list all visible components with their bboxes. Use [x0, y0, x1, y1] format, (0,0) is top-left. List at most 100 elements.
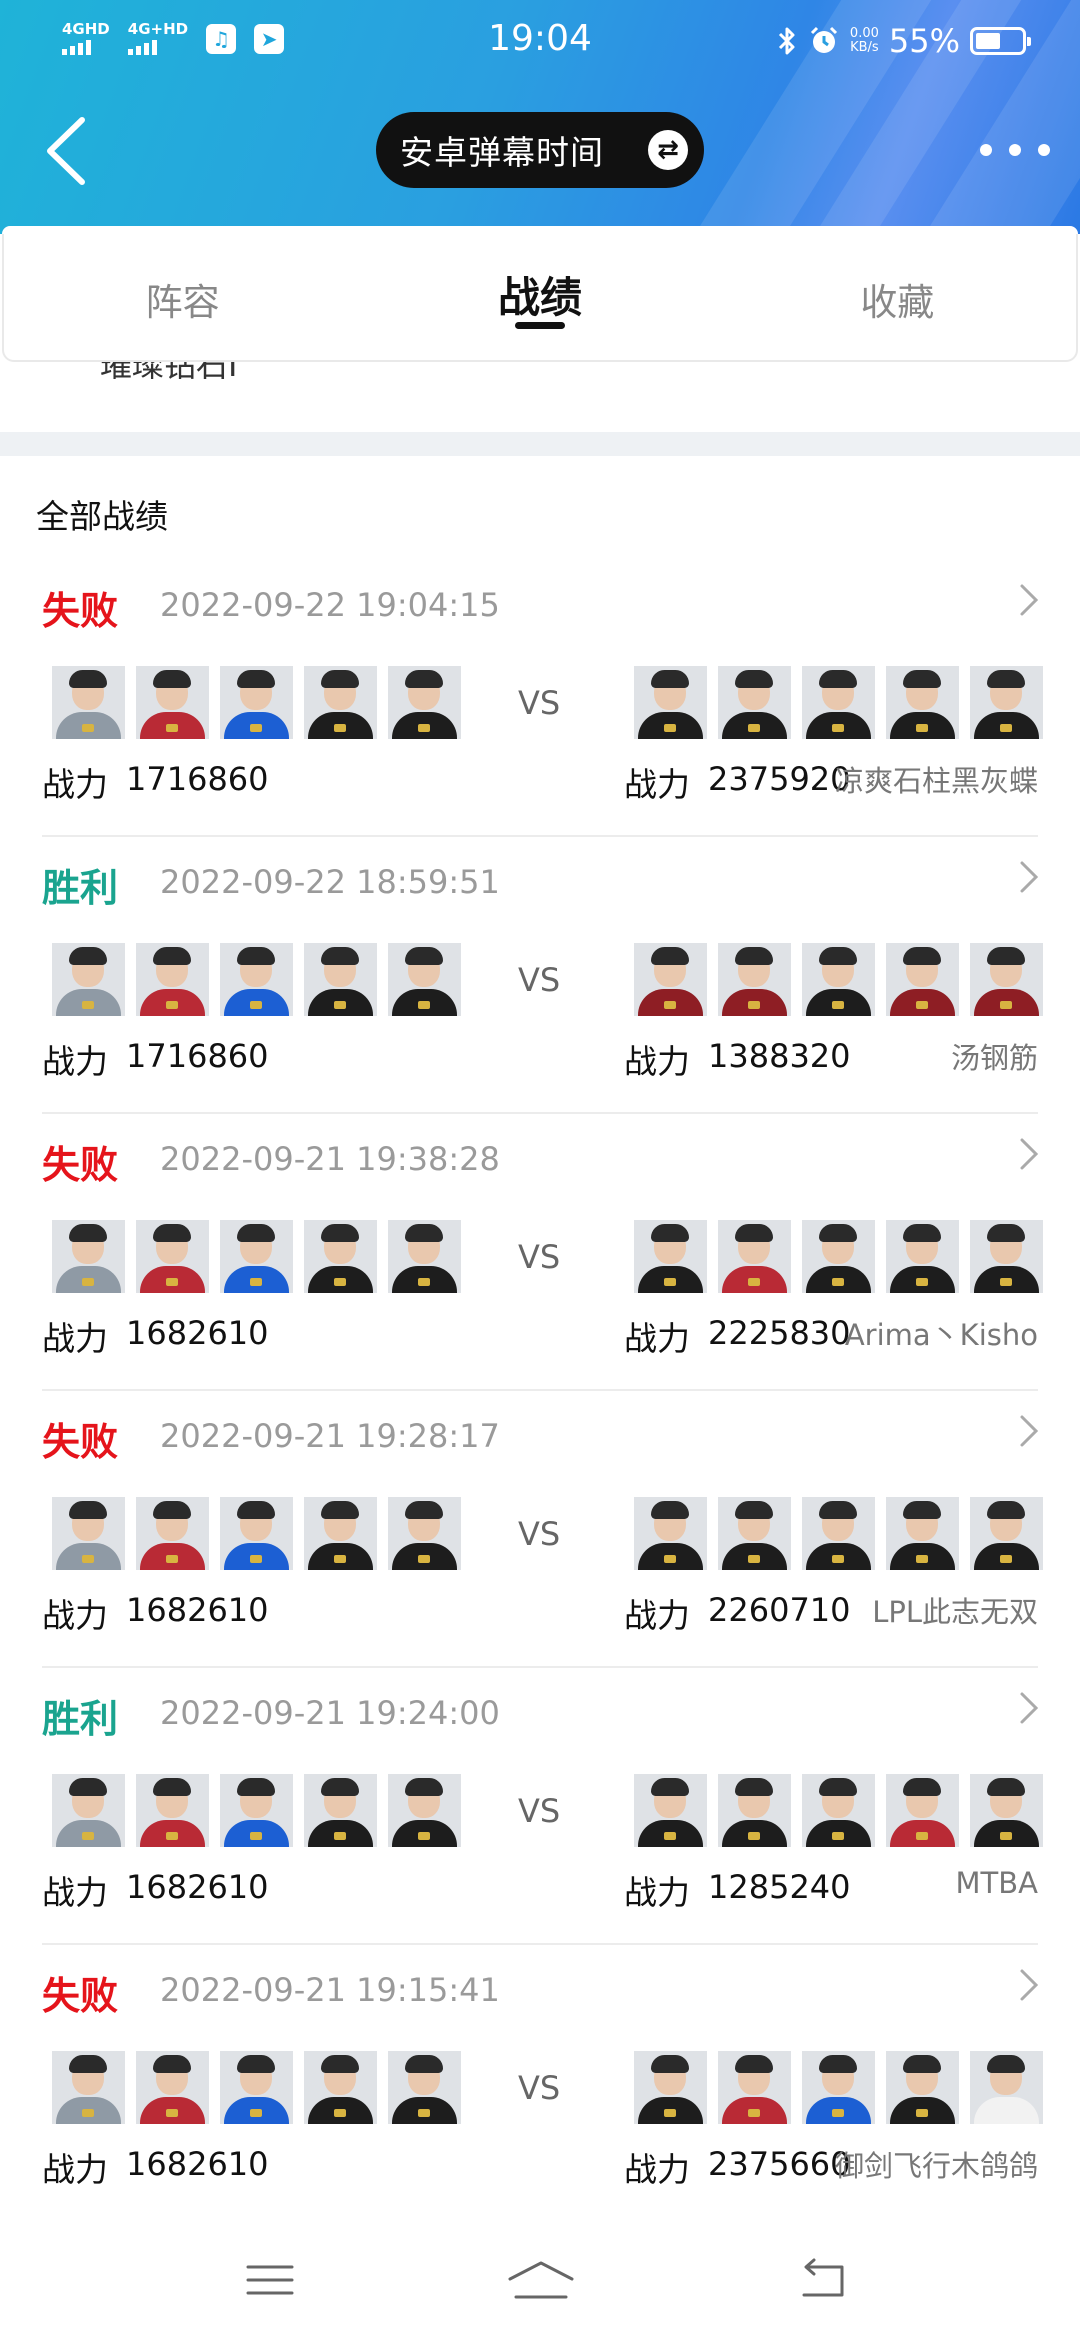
my-power-label: 战力	[42, 1873, 108, 1912]
chevron-right-icon[interactable]	[1018, 1965, 1040, 2005]
player-avatar	[136, 1220, 209, 1293]
player-avatar	[634, 2051, 707, 2124]
my-power-label: 战力	[42, 1596, 108, 1635]
match-result: 胜利	[42, 1697, 119, 1741]
vs-label: VS	[518, 2069, 561, 2107]
page-title: 安卓弹幕时间	[400, 133, 604, 172]
more-options-icon[interactable]	[980, 130, 1050, 170]
tab-label: 阵容	[145, 281, 220, 324]
menu-icon[interactable]	[240, 2255, 300, 2305]
match-time: 2022-09-21 19:15:41	[160, 1971, 500, 2009]
opponent-team-avatars	[634, 2051, 1043, 2124]
tab-label: 收藏	[860, 281, 935, 324]
player-avatar	[718, 666, 791, 739]
vs-label: VS	[518, 961, 561, 999]
player-avatar	[388, 1774, 461, 1847]
player-avatar	[886, 1220, 959, 1293]
opp-power-value: 2375920	[708, 760, 851, 798]
battery-fill	[976, 33, 1001, 49]
my-team-avatars	[52, 2051, 461, 2124]
chevron-right-icon[interactable]	[1018, 1688, 1040, 1728]
player-avatar	[388, 1497, 461, 1570]
match-record[interactable]: 失败 2022-09-21 19:28:17 VS 战力 1682610 战力 …	[0, 1391, 1080, 1668]
player-avatar	[52, 943, 125, 1016]
player-avatar	[886, 666, 959, 739]
match-result: 失败	[42, 589, 119, 633]
player-avatar	[304, 666, 377, 739]
tab-label: 战绩	[497, 273, 582, 322]
opp-power-label: 战力	[624, 1042, 690, 1081]
vs-label: VS	[518, 1792, 561, 1830]
player-avatar	[304, 1774, 377, 1847]
tab-favorites[interactable]: 收藏	[719, 234, 1076, 360]
my-team-avatars	[52, 1497, 461, 1570]
player-avatar	[718, 2051, 791, 2124]
my-power-label: 战力	[42, 1042, 108, 1081]
player-avatar	[52, 1774, 125, 1847]
opponent-name: MTBA	[955, 1866, 1038, 1900]
player-avatar	[52, 1220, 125, 1293]
tab-lineup[interactable]: 阵容	[4, 234, 361, 360]
opp-power-label: 战力	[624, 765, 690, 804]
player-avatar	[634, 1497, 707, 1570]
player-avatar	[970, 666, 1043, 739]
match-record[interactable]: 失败 2022-09-21 19:15:41 VS 战力 1682610 战力 …	[0, 1945, 1080, 2222]
match-record[interactable]: 失败 2022-09-21 19:38:28 VS 战力 1682610 战力 …	[0, 1114, 1080, 1391]
back-arrow-icon[interactable]	[36, 106, 96, 196]
player-avatar	[718, 943, 791, 1016]
player-avatar	[304, 1220, 377, 1293]
player-avatar	[718, 1774, 791, 1847]
section-title: 全部战绩	[36, 497, 168, 536]
opponent-team-avatars	[634, 1497, 1043, 1570]
player-avatar	[220, 1220, 293, 1293]
match-record[interactable]: 胜利 2022-09-21 19:24:00 VS 战力 1682610 战力 …	[0, 1668, 1080, 1945]
player-avatar	[304, 943, 377, 1016]
player-avatar	[970, 1220, 1043, 1293]
match-time: 2022-09-21 19:38:28	[160, 1140, 500, 1178]
chevron-right-icon[interactable]	[1018, 580, 1040, 620]
match-record[interactable]: 胜利 2022-09-22 18:59:51 VS 战力 1716860 战力 …	[0, 837, 1080, 1114]
player-avatar	[220, 2051, 293, 2124]
player-avatar	[136, 1774, 209, 1847]
speed-unit: KB/s	[850, 40, 879, 55]
opp-power-label: 战力	[624, 1873, 690, 1912]
player-avatar	[136, 666, 209, 739]
app-header: 4GHD 4G+HD ♫ ➤ 19:04 0.00 KB/s 55% 安卓弹幕时…	[0, 0, 1080, 234]
player-avatar	[718, 1497, 791, 1570]
player-avatar	[886, 1774, 959, 1847]
my-power-value: 1716860	[126, 1037, 269, 1075]
player-avatar	[886, 943, 959, 1016]
nav-bar: 安卓弹幕时间 ⇄	[0, 100, 1080, 200]
chevron-right-icon[interactable]	[1018, 1134, 1040, 1174]
records-list: 失败 2022-09-22 19:04:15 VS 战力 1716860 战力 …	[0, 560, 1080, 2222]
my-power-value: 1682610	[126, 1591, 269, 1629]
player-avatar	[970, 1497, 1043, 1570]
opp-power-value: 1388320	[708, 1037, 851, 1075]
match-time: 2022-09-22 19:04:15	[160, 586, 500, 624]
player-avatar	[970, 1774, 1043, 1847]
player-avatar	[802, 943, 875, 1016]
player-avatar	[52, 1497, 125, 1570]
opponent-team-avatars	[634, 666, 1043, 739]
section-divider	[0, 432, 1080, 456]
player-avatar	[52, 666, 125, 739]
opp-power-value: 2375660	[708, 2145, 851, 2183]
back-icon[interactable]	[792, 2255, 852, 2305]
player-avatar	[634, 943, 707, 1016]
opp-power-label: 战力	[624, 1596, 690, 1635]
tab-records[interactable]: 战绩	[361, 234, 718, 360]
swap-icon: ⇄	[648, 130, 688, 170]
home-icon[interactable]	[506, 2255, 576, 2305]
active-tab-indicator	[514, 322, 565, 329]
opp-power-value: 2225830	[708, 1314, 851, 1352]
player-avatar	[388, 1220, 461, 1293]
chevron-right-icon[interactable]	[1018, 857, 1040, 897]
my-power-value: 1682610	[126, 2145, 269, 2183]
player-avatar	[304, 1497, 377, 1570]
player-avatar	[220, 1497, 293, 1570]
match-record[interactable]: 失败 2022-09-22 19:04:15 VS 战力 1716860 战力 …	[0, 560, 1080, 837]
title-pill[interactable]: 安卓弹幕时间 ⇄	[376, 112, 704, 188]
player-avatar	[802, 1497, 875, 1570]
chevron-right-icon[interactable]	[1018, 1411, 1040, 1451]
player-avatar	[220, 1774, 293, 1847]
